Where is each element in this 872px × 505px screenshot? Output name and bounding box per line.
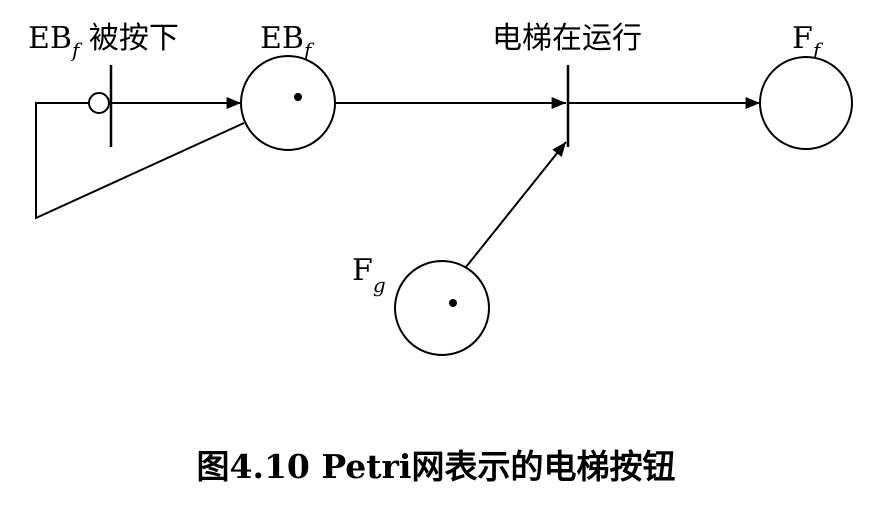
place-fg-label: Fg [352, 253, 386, 297]
place-ebf [240, 55, 336, 151]
figure-caption: 图4.10 Petri网表示的电梯按钮 [197, 447, 676, 486]
place-fg [394, 260, 490, 356]
inhibitor-arc-circle [88, 92, 110, 114]
place-ebf-token [294, 93, 302, 101]
arc-fg-to-running [465, 141, 567, 268]
loop-edge [35, 102, 245, 220]
transition-press-label: EBf 被按下 [28, 21, 179, 62]
place-ff [759, 56, 853, 150]
petri-net-diagram: EBf 被按下 EBf 电梯在运行 Ff Fg 图4.10 Petri网表示的电… [28, 21, 853, 486]
transition-running-label: 电梯在运行 [492, 21, 642, 56]
place-ff-label: Ff [792, 21, 824, 62]
place-fg-token [449, 299, 457, 307]
